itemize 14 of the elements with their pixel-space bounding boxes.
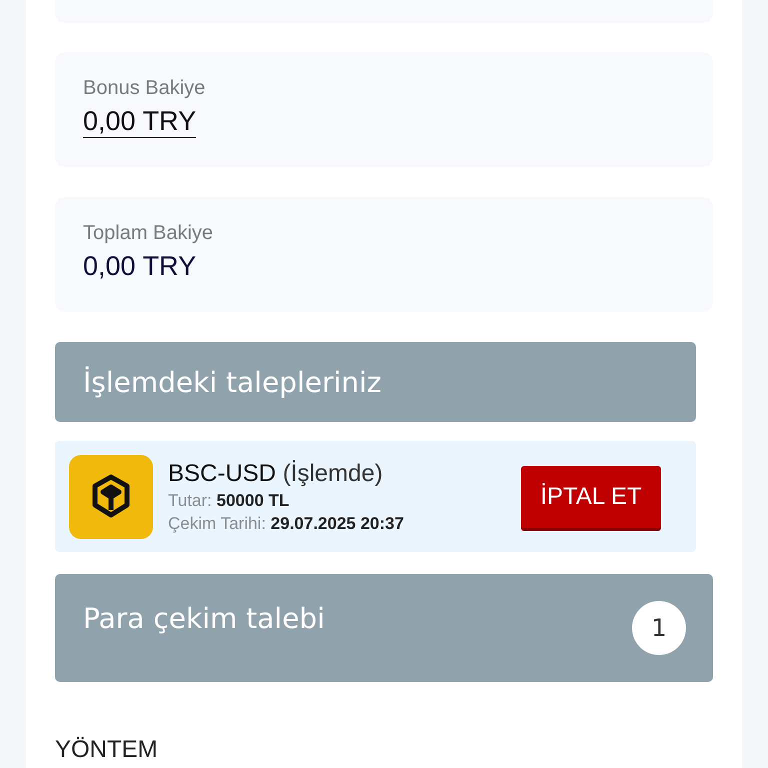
request-amount: Tutar: 50000 TL [168,490,290,510]
cube-logo-icon [69,454,153,538]
section-title: Para çekim talebi [83,602,325,634]
section-header: İşlemdeki talepleriniz [55,342,696,422]
method-heading: YÖNTEM [55,736,159,764]
cancel-button[interactable]: İPTAL ET [521,466,661,528]
request-title: BSC-USD (İşlemde) [168,460,384,488]
balance-label: Toplam Bakiye [83,222,214,246]
section-header[interactable]: Para çekim talebi 1 [55,574,713,682]
step-number: 1 [632,601,686,655]
balance-label: Bonus Bakiye [83,76,206,100]
balance-value: 0,00 TRY [83,251,196,283]
balance-value[interactable]: 0,00 TRY [83,106,196,138]
request-date: Çekim Tarihi: 29.07.2025 20:37 [168,514,405,534]
